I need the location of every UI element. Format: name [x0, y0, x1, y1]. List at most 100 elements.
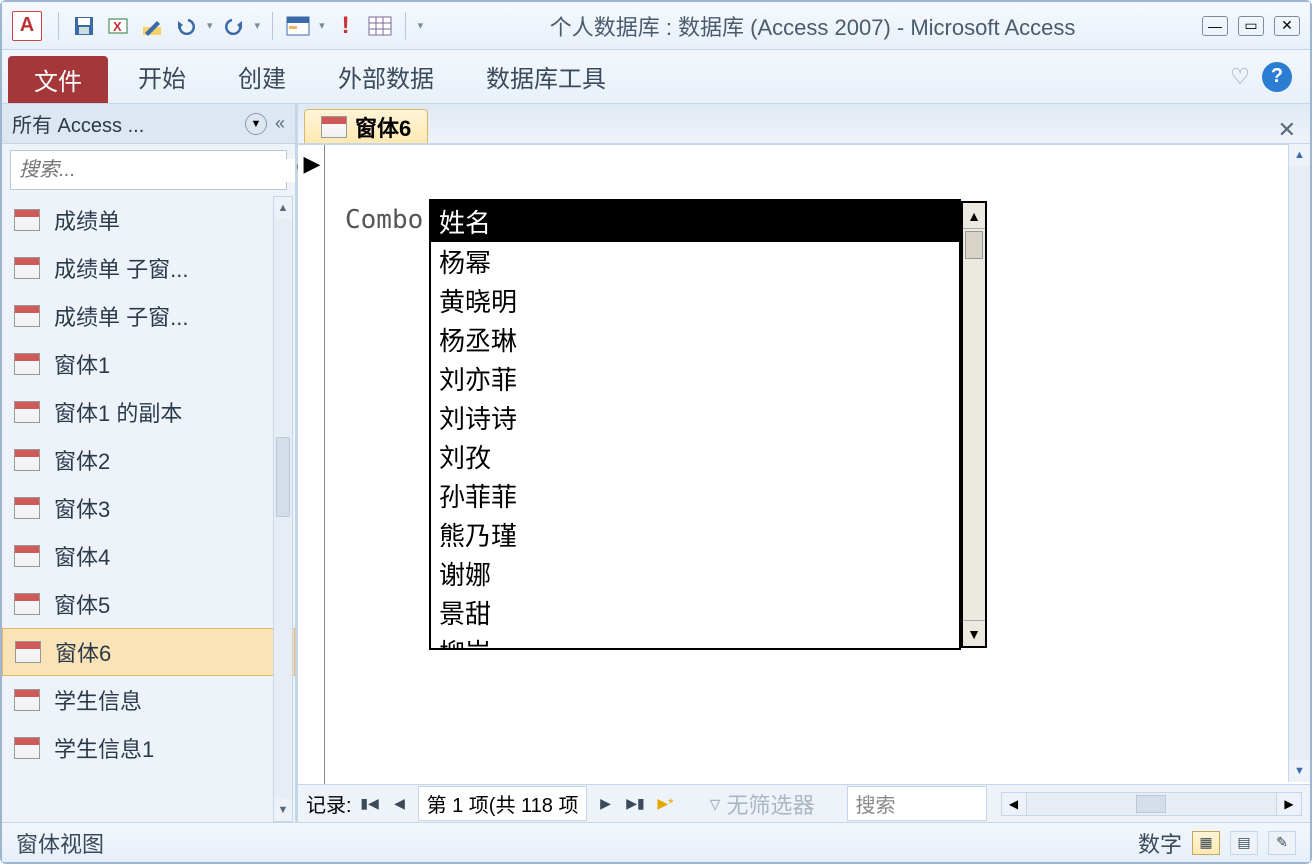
- combo-item[interactable]: 刘亦菲: [431, 359, 959, 398]
- scroll-left-icon[interactable]: ◀: [1001, 792, 1027, 816]
- form-icon: [14, 449, 40, 471]
- nav-item[interactable]: 学生信息: [2, 676, 295, 724]
- excel-export-icon[interactable]: X: [105, 13, 131, 39]
- form-icon: [321, 116, 347, 138]
- navpane-scrollbar[interactable]: ▲ ▼: [273, 196, 293, 822]
- combo-header[interactable]: 姓名: [431, 201, 959, 242]
- scroll-right-icon[interactable]: ▶: [1276, 792, 1302, 816]
- next-record-icon[interactable]: ▶: [593, 792, 617, 816]
- combo-item[interactable]: 刘诗诗: [431, 398, 959, 437]
- nav-item[interactable]: 成绩单: [2, 196, 295, 244]
- combo-item[interactable]: 景甜: [431, 593, 959, 632]
- last-record-icon[interactable]: ▶▮: [623, 792, 647, 816]
- document-tabs: 窗体6 ✕: [298, 104, 1310, 144]
- document-area: 窗体6 ✕ ▶ Combo 姓名 杨幂 黄晓明 杨丞琳 刘亦菲 刘诗诗 刘孜 孙…: [298, 104, 1310, 822]
- filter-status[interactable]: ▿ 无筛选器: [709, 788, 814, 820]
- nav-item[interactable]: 成绩单 子窗...: [2, 244, 295, 292]
- navpane-header[interactable]: 所有 Access ... ▼ «: [2, 104, 295, 144]
- scroll-down-icon[interactable]: ▼: [1289, 760, 1310, 782]
- form-mode-icon[interactable]: [285, 13, 311, 39]
- navpane-search-input[interactable]: [11, 159, 295, 182]
- scroll-down-icon[interactable]: ▼: [963, 620, 985, 646]
- quick-access-toolbar: X ▾ ▾ ▾ ! ▾: [54, 12, 423, 40]
- scroll-thumb[interactable]: [1136, 795, 1166, 813]
- form-icon: [14, 209, 40, 231]
- record-search-input[interactable]: 搜索: [847, 786, 987, 821]
- feedback-icon[interactable]: ♡: [1230, 64, 1250, 90]
- edit-icon[interactable]: [139, 13, 165, 39]
- scroll-down-icon[interactable]: ▼: [274, 799, 292, 821]
- combo-item[interactable]: 谢娜: [431, 554, 959, 593]
- nav-item[interactable]: 窗体1 的副本: [2, 388, 295, 436]
- form-icon: [14, 497, 40, 519]
- tab-externaldata[interactable]: 外部数据: [312, 50, 460, 103]
- nav-item[interactable]: 窗体1: [2, 340, 295, 388]
- status-mode: 数字: [1138, 827, 1182, 859]
- app-icon[interactable]: A: [12, 11, 42, 41]
- scroll-thumb[interactable]: [965, 231, 983, 259]
- file-tab[interactable]: 文件: [8, 56, 108, 103]
- form-icon: [14, 737, 40, 759]
- maximize-button[interactable]: ▭: [1238, 16, 1264, 36]
- combo-scrollbar[interactable]: ▲ ▼: [961, 201, 987, 648]
- navpane-list: 成绩单 成绩单 子窗... 成绩单 子窗... 窗体1 窗体1 的副本 窗体2 …: [2, 196, 295, 822]
- ribbon-tabs: 文件 开始 创建 外部数据 数据库工具 ♡ ?: [2, 50, 1310, 104]
- tab-dbtools[interactable]: 数据库工具: [460, 50, 632, 103]
- form-icon: [14, 689, 40, 711]
- scroll-up-icon[interactable]: ▲: [1289, 144, 1310, 166]
- datasheet-view-button[interactable]: ▤: [1230, 831, 1258, 855]
- record-position[interactable]: 第 1 项(共 118 项: [418, 786, 588, 821]
- navpane-dropdown-icon[interactable]: ▼: [245, 113, 267, 135]
- alert-icon[interactable]: !: [333, 13, 359, 39]
- redo-icon[interactable]: [221, 13, 247, 39]
- tab-home[interactable]: 开始: [112, 50, 212, 103]
- form-view: ▶ Combo 姓名 杨幂 黄晓明 杨丞琳 刘亦菲 刘诗诗 刘孜 孙菲菲 熊乃瑾…: [298, 144, 1310, 784]
- help-icon[interactable]: ?: [1262, 62, 1292, 92]
- combo-item[interactable]: 杨幂: [431, 242, 959, 281]
- doc-tab-close-icon[interactable]: ✕: [1278, 117, 1296, 143]
- save-icon[interactable]: [71, 13, 97, 39]
- combo-label: Combo: [345, 205, 423, 235]
- combo-item[interactable]: 孙菲菲: [431, 476, 959, 515]
- first-record-icon[interactable]: ▮◀: [358, 792, 382, 816]
- horizontal-scrollbar[interactable]: ◀ ▶: [1001, 792, 1302, 816]
- nav-item[interactable]: 窗体3: [2, 484, 295, 532]
- status-bar: 窗体视图 数字 ▦ ▤ ✎: [2, 822, 1310, 862]
- vertical-scrollbar[interactable]: ▲ ▼: [1288, 144, 1310, 782]
- datasheet-icon[interactable]: [367, 13, 393, 39]
- navpane-title: 所有 Access ...: [12, 109, 245, 138]
- nav-item[interactable]: 窗体2: [2, 436, 295, 484]
- title-bar: A X ▾ ▾ ▾ ! ▾ 个人数据库 : 数据库 (Access 2007) …: [2, 2, 1310, 50]
- combo-item[interactable]: 杨丞琳: [431, 320, 959, 359]
- nav-item[interactable]: 窗体5: [2, 580, 295, 628]
- nav-item[interactable]: 窗体6: [2, 628, 295, 676]
- doc-tab[interactable]: 窗体6: [304, 109, 428, 143]
- scroll-up-icon[interactable]: ▲: [963, 203, 985, 229]
- combo-item[interactable]: 黄晓明: [431, 281, 959, 320]
- svg-text:X: X: [113, 19, 122, 34]
- combo-item[interactable]: 柳岩: [431, 632, 959, 648]
- undo-icon[interactable]: [173, 13, 199, 39]
- record-nav-label: 记录:: [306, 789, 352, 818]
- combo-item[interactable]: 刘孜: [431, 437, 959, 476]
- scroll-up-icon[interactable]: ▲: [274, 197, 292, 219]
- design-view-button[interactable]: ✎: [1268, 831, 1296, 855]
- status-view-label: 窗体视图: [16, 827, 104, 859]
- new-record-icon[interactable]: ▶*: [653, 792, 677, 816]
- scroll-thumb[interactable]: [276, 437, 290, 517]
- filter-icon: ▿: [709, 791, 720, 817]
- record-selector-icon[interactable]: ▶: [302, 149, 322, 179]
- form-view-button[interactable]: ▦: [1192, 831, 1220, 855]
- window-title: 个人数据库 : 数据库 (Access 2007) - Microsoft Ac…: [423, 10, 1202, 42]
- nav-item[interactable]: 成绩单 子窗...: [2, 292, 295, 340]
- nav-item[interactable]: 窗体4: [2, 532, 295, 580]
- navpane-search: 🔍: [10, 150, 287, 190]
- prev-record-icon[interactable]: ◀: [388, 792, 412, 816]
- combo-item[interactable]: 熊乃瑾: [431, 515, 959, 554]
- close-button[interactable]: ✕: [1274, 16, 1300, 36]
- minimize-button[interactable]: —: [1202, 16, 1228, 36]
- navpane-collapse-icon[interactable]: «: [275, 113, 285, 134]
- nav-item[interactable]: 学生信息1: [2, 724, 295, 772]
- tab-create[interactable]: 创建: [212, 50, 312, 103]
- combo-dropdown[interactable]: 姓名 杨幂 黄晓明 杨丞琳 刘亦菲 刘诗诗 刘孜 孙菲菲 熊乃瑾 谢娜 景甜 柳…: [429, 199, 961, 650]
